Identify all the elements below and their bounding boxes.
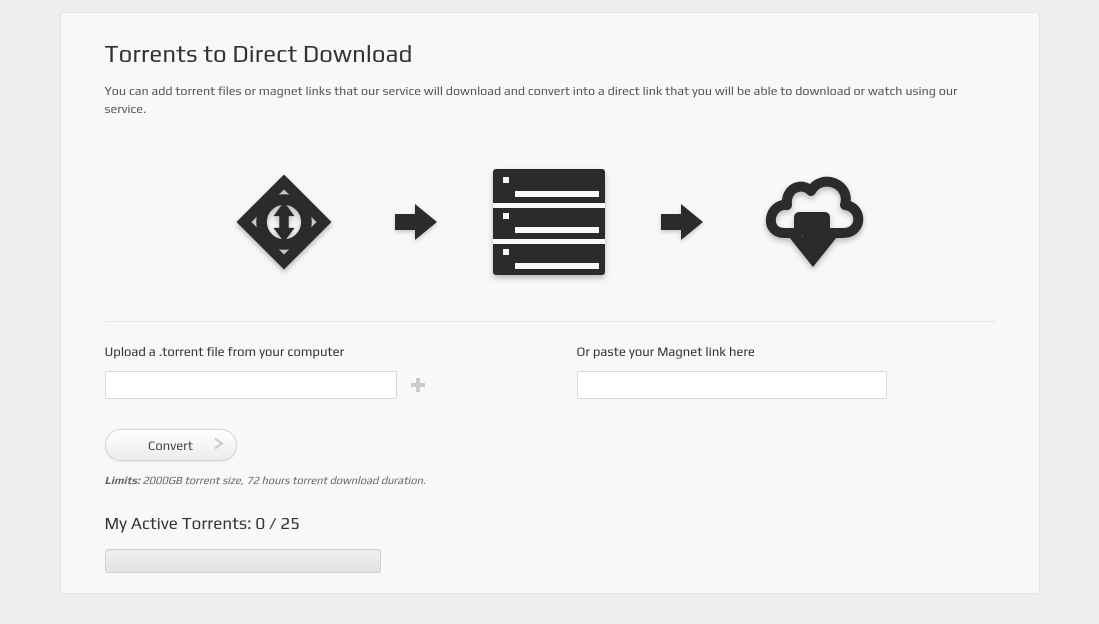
arrow-right-icon [659,202,705,242]
page-title: Torrents to Direct Download [105,41,995,68]
torrent-upload-column: Upload a .torrent file from your compute… [105,344,427,399]
plus-icon [411,378,425,392]
convert-button[interactable]: Convert [105,429,237,461]
magnet-link-label: Or paste your Magnet link here [577,344,887,359]
convert-button-label: Convert [148,438,193,453]
torrent-upload-label: Upload a .torrent file from your compute… [105,344,427,359]
active-torrents-heading: My Active Torrents: 0 / 25 [105,513,995,533]
add-file-button[interactable] [409,376,427,394]
limits-detail: 2000GB torrent size, 72 hours torrent do… [142,475,425,487]
arrow-right-icon [393,202,439,242]
magnet-link-input[interactable] [577,371,887,399]
server-icon [489,167,609,277]
active-torrents-progress [105,549,381,573]
input-columns: Upload a .torrent file from your compute… [105,344,995,399]
main-card: Torrents to Direct Download You can add … [60,12,1040,594]
limits-label: Limits: [105,475,140,487]
intro-text: You can add torrent files or magnet link… [105,82,995,117]
cloud-download-icon [755,167,875,277]
magnet-column: Or paste your Magnet link here [577,344,887,399]
torrent-icon [225,163,343,281]
chevron-right-icon [214,438,224,453]
process-diagram [105,135,995,322]
limits-text: Limits: 2000GB torrent size, 72 hours to… [105,475,995,487]
torrent-file-input[interactable] [105,371,397,399]
